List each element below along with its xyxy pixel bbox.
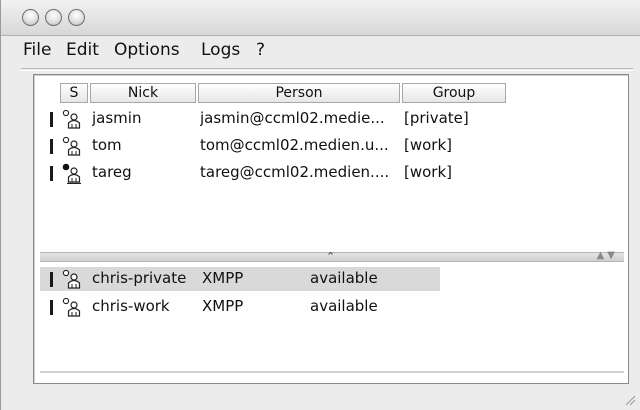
menu-edit[interactable]: Edit [66, 40, 99, 60]
account-status: available [310, 269, 378, 287]
presence-indicator [50, 166, 53, 181]
account-icon [62, 269, 81, 289]
account-protocol: XMPP [202, 297, 244, 315]
contact-row[interactable]: jasmin jasmin@ccml02.medie... [private] [40, 107, 520, 131]
contact-row[interactable]: tareg tareg@ccml02.medien.... [work] [40, 161, 520, 185]
title-bar[interactable] [1, 0, 640, 36]
menu-divider-highlight [21, 70, 633, 71]
resize-grip-icon[interactable] [624, 394, 636, 406]
roster-panel: S Nick Person Group jasmin jasmin@ccml02… [33, 74, 629, 384]
account-icon [62, 297, 81, 317]
account-name: chris-private [92, 269, 187, 287]
presence-indicator [50, 272, 53, 287]
splitter-arrows-icon[interactable]: ▲▼ [597, 250, 618, 261]
column-header-person[interactable]: Person [198, 83, 400, 103]
minimize-window-button[interactable] [45, 9, 62, 26]
menu-logs[interactable]: Logs [201, 40, 240, 60]
app-window: File Edit Options Logs ? S Nick Person G… [0, 0, 640, 410]
menu-file[interactable]: File [23, 40, 51, 60]
contact-offline-icon [62, 109, 81, 129]
list-bottom-border [40, 371, 624, 373]
contact-person: tareg@ccml02.medien.... [200, 163, 390, 181]
contact-group: [work] [404, 163, 453, 181]
contact-row[interactable]: tom tom@ccml02.medien.u... [work] [40, 134, 520, 158]
menu-bar: File Edit Options Logs ? [1, 37, 640, 66]
presence-indicator [50, 300, 53, 315]
column-header-group[interactable]: Group [402, 83, 506, 103]
zoom-window-button[interactable] [68, 9, 85, 26]
account-row[interactable]: chris-work XMPP available [40, 295, 440, 319]
pane-splitter[interactable]: ⌃ ▲▼ [40, 250, 624, 263]
close-window-button[interactable] [22, 9, 39, 26]
contact-online-icon [62, 163, 81, 184]
column-header-status[interactable]: S [60, 83, 88, 103]
contact-nick: jasmin [92, 109, 142, 127]
account-protocol: XMPP [202, 269, 244, 287]
splitter-collapse-icon[interactable]: ⌃ [326, 250, 335, 263]
menu-options[interactable]: Options [114, 40, 180, 60]
contact-nick: tom [92, 136, 122, 154]
contact-person: tom@ccml02.medien.u... [200, 136, 389, 154]
contact-nick: tareg [92, 163, 132, 181]
menu-help[interactable]: ? [256, 40, 265, 60]
contact-group: [private] [404, 109, 469, 127]
presence-indicator [50, 112, 53, 127]
presence-indicator [50, 139, 53, 154]
contact-person: jasmin@ccml02.medie... [200, 109, 385, 127]
account-status: available [310, 297, 378, 315]
contact-offline-icon [62, 136, 81, 156]
contact-group: [work] [404, 136, 453, 154]
column-header-nick[interactable]: Nick [90, 83, 196, 103]
account-name: chris-work [92, 297, 170, 315]
account-row[interactable]: chris-private XMPP available [40, 267, 440, 291]
menu-divider [21, 68, 633, 69]
